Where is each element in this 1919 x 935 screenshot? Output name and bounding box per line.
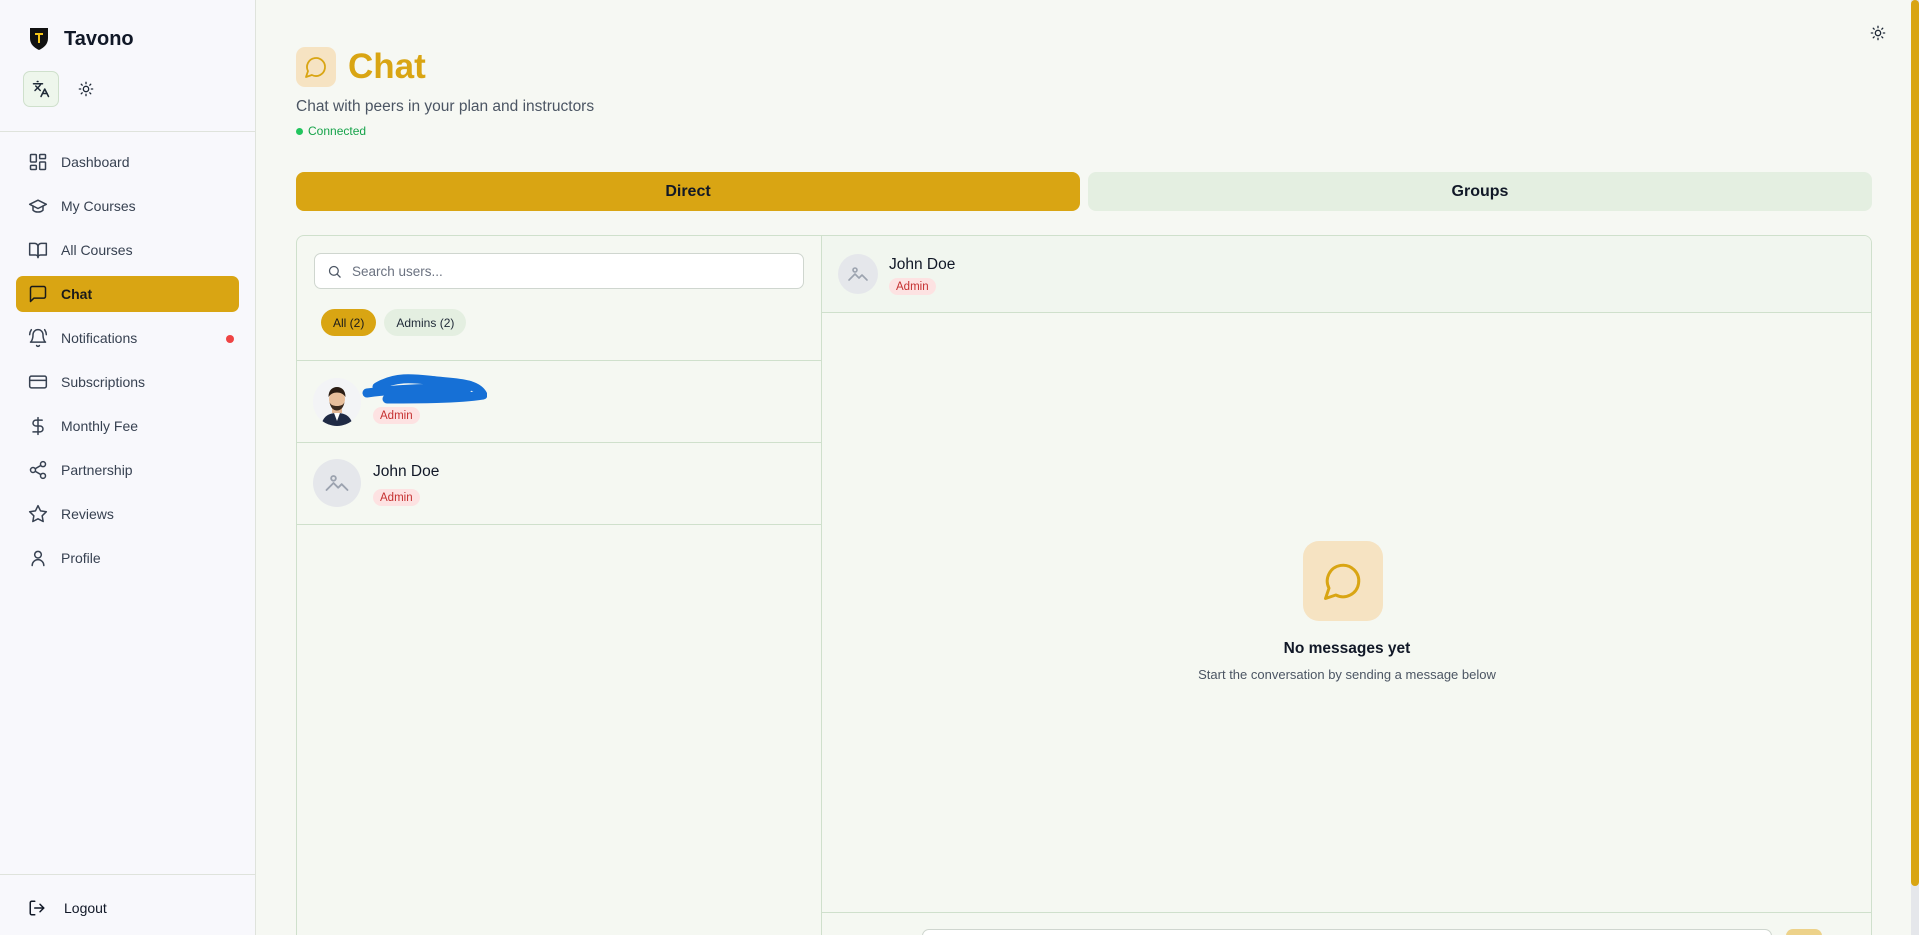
user-filters: All (2) Admins (2)	[321, 309, 467, 336]
user-avatar-placeholder	[313, 459, 361, 507]
conversation-header: John Doe Admin	[822, 236, 1871, 313]
dollar-icon	[32, 416, 44, 436]
credit-card-icon	[28, 375, 48, 389]
chat-panel: All (2) Admins (2) Admin	[296, 235, 1872, 935]
role-badge: Admin	[373, 489, 420, 506]
sidebar-item-my-courses[interactable]: My Courses	[16, 188, 239, 224]
sidebar-item-all-courses[interactable]: All Courses	[16, 232, 239, 268]
tab-groups[interactable]: Groups	[1088, 172, 1872, 211]
book-open-icon	[28, 242, 48, 259]
dashboard-icon	[29, 153, 47, 171]
message-input[interactable]	[922, 929, 1772, 935]
user-name: John Doe	[373, 463, 440, 480]
image-placeholder-icon	[325, 475, 349, 491]
chat-bubble-icon	[29, 285, 47, 303]
filter-admins-chip[interactable]: Admins (2)	[384, 309, 467, 336]
conversation-name: John Doe	[889, 256, 956, 273]
sidebar-item-dashboard[interactable]: Dashboard	[16, 144, 239, 180]
search-box	[314, 253, 804, 289]
page-chat-icon	[296, 47, 336, 87]
user-list-item[interactable]: Admin	[297, 361, 821, 442]
composer-divider	[822, 912, 1871, 913]
notification-dot	[226, 335, 234, 343]
sidebar: Tavono Dashboard My Courses All Courses …	[0, 0, 256, 935]
page-theme-toggle-button[interactable]	[1867, 22, 1889, 44]
logout-button[interactable]: Logout	[28, 899, 107, 917]
send-button[interactable]	[1786, 929, 1822, 935]
page-scrollbar[interactable]	[1911, 0, 1919, 935]
sidebar-item-label: Subscriptions	[61, 374, 146, 390]
image-placeholder-icon	[848, 267, 868, 281]
sidebar-item-partnership[interactable]: Partnership	[16, 452, 239, 488]
tab-direct[interactable]: Direct	[296, 172, 1080, 211]
search-icon	[328, 265, 341, 278]
scrollbar-thumb[interactable]	[1911, 0, 1919, 886]
sidebar-item-monthly-fee[interactable]: Monthly Fee	[16, 408, 239, 444]
graduation-cap-icon	[28, 199, 48, 213]
sidebar-nav: Dashboard My Courses All Courses Chat No…	[16, 144, 239, 584]
page-subtitle: Chat with peers in your plan and instruc…	[296, 98, 595, 115]
sidebar-item-profile[interactable]: Profile	[16, 540, 239, 576]
sidebar-item-label: Profile	[61, 550, 101, 566]
sidebar-item-label: Monthly Fee	[61, 418, 139, 434]
empty-state-title: No messages yet	[1283, 640, 1411, 657]
sidebar-item-label: All Courses	[61, 242, 133, 258]
sidebar-divider	[0, 131, 256, 132]
sidebar-item-label: Dashboard	[61, 154, 130, 170]
connection-status: Connected	[296, 124, 366, 138]
star-icon	[28, 504, 48, 523]
user-list-item[interactable]: John Doe Admin	[297, 443, 821, 524]
sun-icon	[78, 81, 94, 97]
sidebar-item-label: My Courses	[61, 198, 136, 214]
sidebar-item-subscriptions[interactable]: Subscriptions	[16, 364, 239, 400]
user-list-column: All (2) Admins (2) Admin	[297, 236, 822, 935]
translate-icon	[32, 80, 50, 98]
sidebar-item-label: Partnership	[61, 462, 133, 478]
share-icon	[29, 460, 47, 480]
tavono-logo-icon	[26, 24, 52, 54]
sidebar-item-notifications[interactable]: Notifications	[16, 320, 239, 356]
user-avatar-photo	[313, 378, 361, 426]
theme-toggle-button[interactable]	[73, 76, 99, 102]
brand-name: Tavono	[64, 27, 134, 50]
role-badge: Admin	[373, 407, 420, 424]
user-icon	[31, 550, 45, 567]
logout-label: Logout	[64, 900, 107, 916]
sidebar-top-actions	[23, 71, 99, 107]
sun-icon	[1870, 25, 1886, 41]
list-divider	[297, 524, 821, 525]
language-toggle-button[interactable]	[23, 71, 59, 107]
status-dot	[296, 127, 303, 135]
sidebar-item-reviews[interactable]: Reviews	[16, 496, 239, 532]
empty-state-subtitle: Start the conversation by sending a mess…	[1198, 667, 1496, 682]
page-title: Chat	[348, 47, 426, 86]
status-label: Connected	[308, 124, 367, 138]
filter-all-chip[interactable]: All (2)	[321, 309, 377, 336]
search-input[interactable]	[352, 263, 792, 279]
sidebar-item-label: Reviews	[61, 506, 114, 522]
sidebar-item-chat[interactable]: Chat	[16, 276, 239, 312]
sidebar-divider	[0, 874, 256, 875]
bell-icon	[28, 328, 48, 348]
redaction-scribble	[362, 374, 487, 404]
brand[interactable]: Tavono	[26, 24, 134, 54]
sidebar-item-label: Notifications	[61, 330, 138, 346]
sidebar-item-label: Chat	[61, 286, 93, 302]
conversation-column: John Doe Admin No messages yet Start the…	[822, 236, 1871, 935]
conversation-avatar	[838, 254, 878, 294]
logout-icon	[29, 900, 45, 916]
conversation-role-badge: Admin	[889, 278, 936, 295]
empty-state-chat-icon	[1303, 541, 1383, 621]
